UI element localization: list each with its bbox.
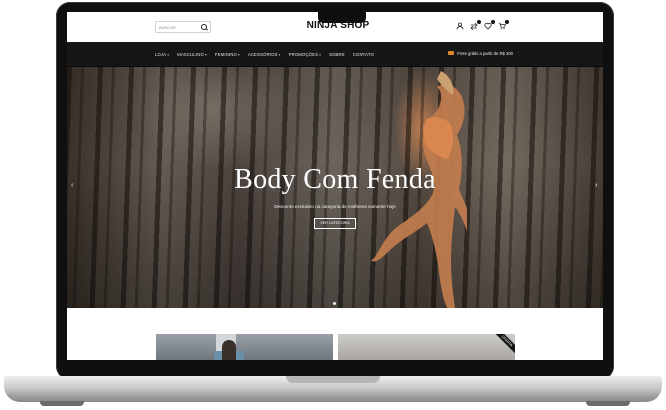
category-card-men[interactable] bbox=[156, 334, 333, 360]
nav-item-feminino[interactable]: FEMININO▾ bbox=[215, 52, 240, 57]
category-section: OFERTA bbox=[67, 308, 603, 360]
chevron-down-icon: ▾ bbox=[278, 52, 281, 57]
heart-icon[interactable] bbox=[484, 20, 495, 30]
free-shipping-text: Frete grátis a partir de R$ 300 bbox=[457, 51, 513, 56]
hero-slider[interactable]: Body Com Fenda Desconto exclusivo na cat… bbox=[67, 67, 603, 308]
category-card-offer[interactable]: OFERTA bbox=[338, 334, 515, 360]
chevron-down-icon: ▾ bbox=[204, 52, 207, 57]
model-photo-head bbox=[222, 340, 236, 360]
laptop-foot-right bbox=[586, 401, 630, 406]
view-category-button[interactable]: VER CATEGORIA bbox=[314, 218, 356, 229]
free-shipping-notice: Frete grátis a partir de R$ 300 bbox=[448, 50, 513, 56]
truck-icon bbox=[448, 50, 455, 55]
compare-icon[interactable] bbox=[470, 20, 481, 31]
nav-item-loja[interactable]: LOJA▾ bbox=[155, 52, 169, 57]
slider-next-arrow-icon[interactable]: › bbox=[595, 182, 597, 189]
nav-label: FEMININO bbox=[214, 51, 237, 57]
laptop-foot-left bbox=[40, 401, 84, 406]
chevron-down-icon: ▾ bbox=[167, 52, 170, 57]
camera-notch bbox=[318, 12, 366, 23]
chevron-down-icon: ▾ bbox=[238, 52, 240, 57]
search-input[interactable] bbox=[159, 23, 197, 32]
nav-item-sobre[interactable]: SOBRE bbox=[329, 52, 345, 57]
nav-item-promocoes[interactable]: PROMOÇÕES▾ bbox=[289, 52, 321, 57]
hero-subtitle: Desconto exclusivo na categoria de mulhe… bbox=[274, 204, 396, 209]
hero-title: Body Com Fenda bbox=[234, 164, 436, 195]
nav-label: LOJA bbox=[155, 51, 167, 57]
slider-prev-arrow-icon[interactable]: ‹ bbox=[71, 182, 73, 189]
slider-dot[interactable] bbox=[333, 302, 336, 305]
main-nav: LOJA▾ MASCULINO▾ FEMININO▾ ACESSÓRIOS▾ P… bbox=[67, 42, 603, 67]
nav-menu: LOJA▾ MASCULINO▾ FEMININO▾ ACESSÓRIOS▾ P… bbox=[155, 42, 382, 66]
chevron-down-icon: ▾ bbox=[319, 52, 322, 57]
search-box bbox=[155, 21, 211, 33]
nav-label: CONTATO bbox=[352, 51, 374, 57]
nav-label: SOBRE bbox=[329, 51, 345, 57]
offer-ribbon: OFERTA bbox=[492, 334, 515, 356]
cart-icon[interactable] bbox=[498, 20, 509, 30]
wishlist-count-badge bbox=[491, 20, 495, 24]
laptop-base-notch bbox=[286, 376, 380, 383]
browser-screen: NINJA SHOP LOJA▾ MASCULINO▾ FEMININO▾ AC… bbox=[67, 12, 603, 360]
user-icon[interactable] bbox=[456, 22, 464, 30]
nav-label: ACESSÓRIOS bbox=[247, 51, 278, 57]
search-icon[interactable] bbox=[201, 24, 207, 30]
nav-item-contato[interactable]: CONTATO bbox=[353, 52, 374, 57]
cart-count-badge bbox=[505, 20, 509, 24]
compare-count-badge bbox=[477, 20, 481, 24]
nav-label: MASCULINO bbox=[177, 51, 204, 57]
nav-item-acessorios[interactable]: ACESSÓRIOS▾ bbox=[248, 52, 281, 57]
nav-item-masculino[interactable]: MASCULINO▾ bbox=[177, 52, 207, 57]
nav-label: PROMOÇÕES bbox=[288, 51, 319, 57]
